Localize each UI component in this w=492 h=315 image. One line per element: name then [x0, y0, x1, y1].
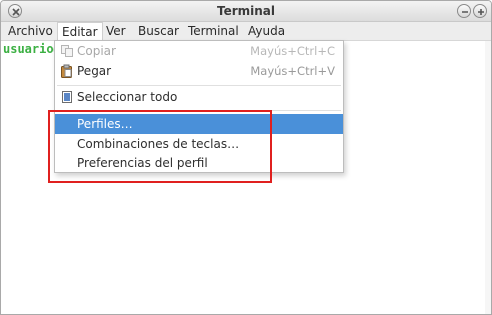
- menu-editar[interactable]: Editar: [57, 22, 103, 41]
- maximize-button[interactable]: [473, 4, 487, 18]
- title-bar: Terminal: [1, 1, 491, 22]
- shortcut-label: Mayús+Ctrl+V: [250, 64, 335, 78]
- shortcut-label: Mayús+Ctrl+C: [250, 44, 335, 58]
- window-title: Terminal: [216, 4, 276, 18]
- menu-buscar[interactable]: Buscar: [134, 22, 183, 41]
- highlight-annotation-box: [48, 110, 272, 183]
- menu-item-label: Pegar: [77, 64, 112, 78]
- menu-item-copiar[interactable]: Copiar Mayús+Ctrl+C: [55, 41, 343, 61]
- menu-ayuda[interactable]: Ayuda: [244, 22, 289, 41]
- menu-item-label: Seleccionar todo: [77, 90, 178, 104]
- shell-prompt: usuario@: [3, 42, 61, 56]
- paste-icon: [60, 64, 74, 78]
- minimize-button[interactable]: [457, 4, 471, 18]
- copy-icon: [60, 44, 74, 58]
- scrollbar[interactable]: [485, 41, 491, 314]
- terminal-window: Terminal Archivo Editar Ver Buscar Termi…: [0, 0, 492, 315]
- menu-item-seleccionar-todo[interactable]: Seleccionar todo: [55, 87, 343, 107]
- menu-item-label: Copiar: [77, 44, 116, 58]
- select-all-icon: [60, 90, 74, 104]
- menu-item-pegar[interactable]: Pegar Mayús+Ctrl+V: [55, 61, 343, 81]
- menu-bar: Archivo Editar Ver Buscar Terminal Ayuda: [1, 22, 491, 41]
- menu-ver[interactable]: Ver: [102, 22, 130, 41]
- minimize-icon: [462, 11, 468, 13]
- menu-terminal[interactable]: Terminal: [184, 22, 243, 41]
- menu-separator: [57, 85, 341, 86]
- maximize-icon: [478, 9, 484, 15]
- menu-archivo[interactable]: Archivo: [4, 22, 57, 41]
